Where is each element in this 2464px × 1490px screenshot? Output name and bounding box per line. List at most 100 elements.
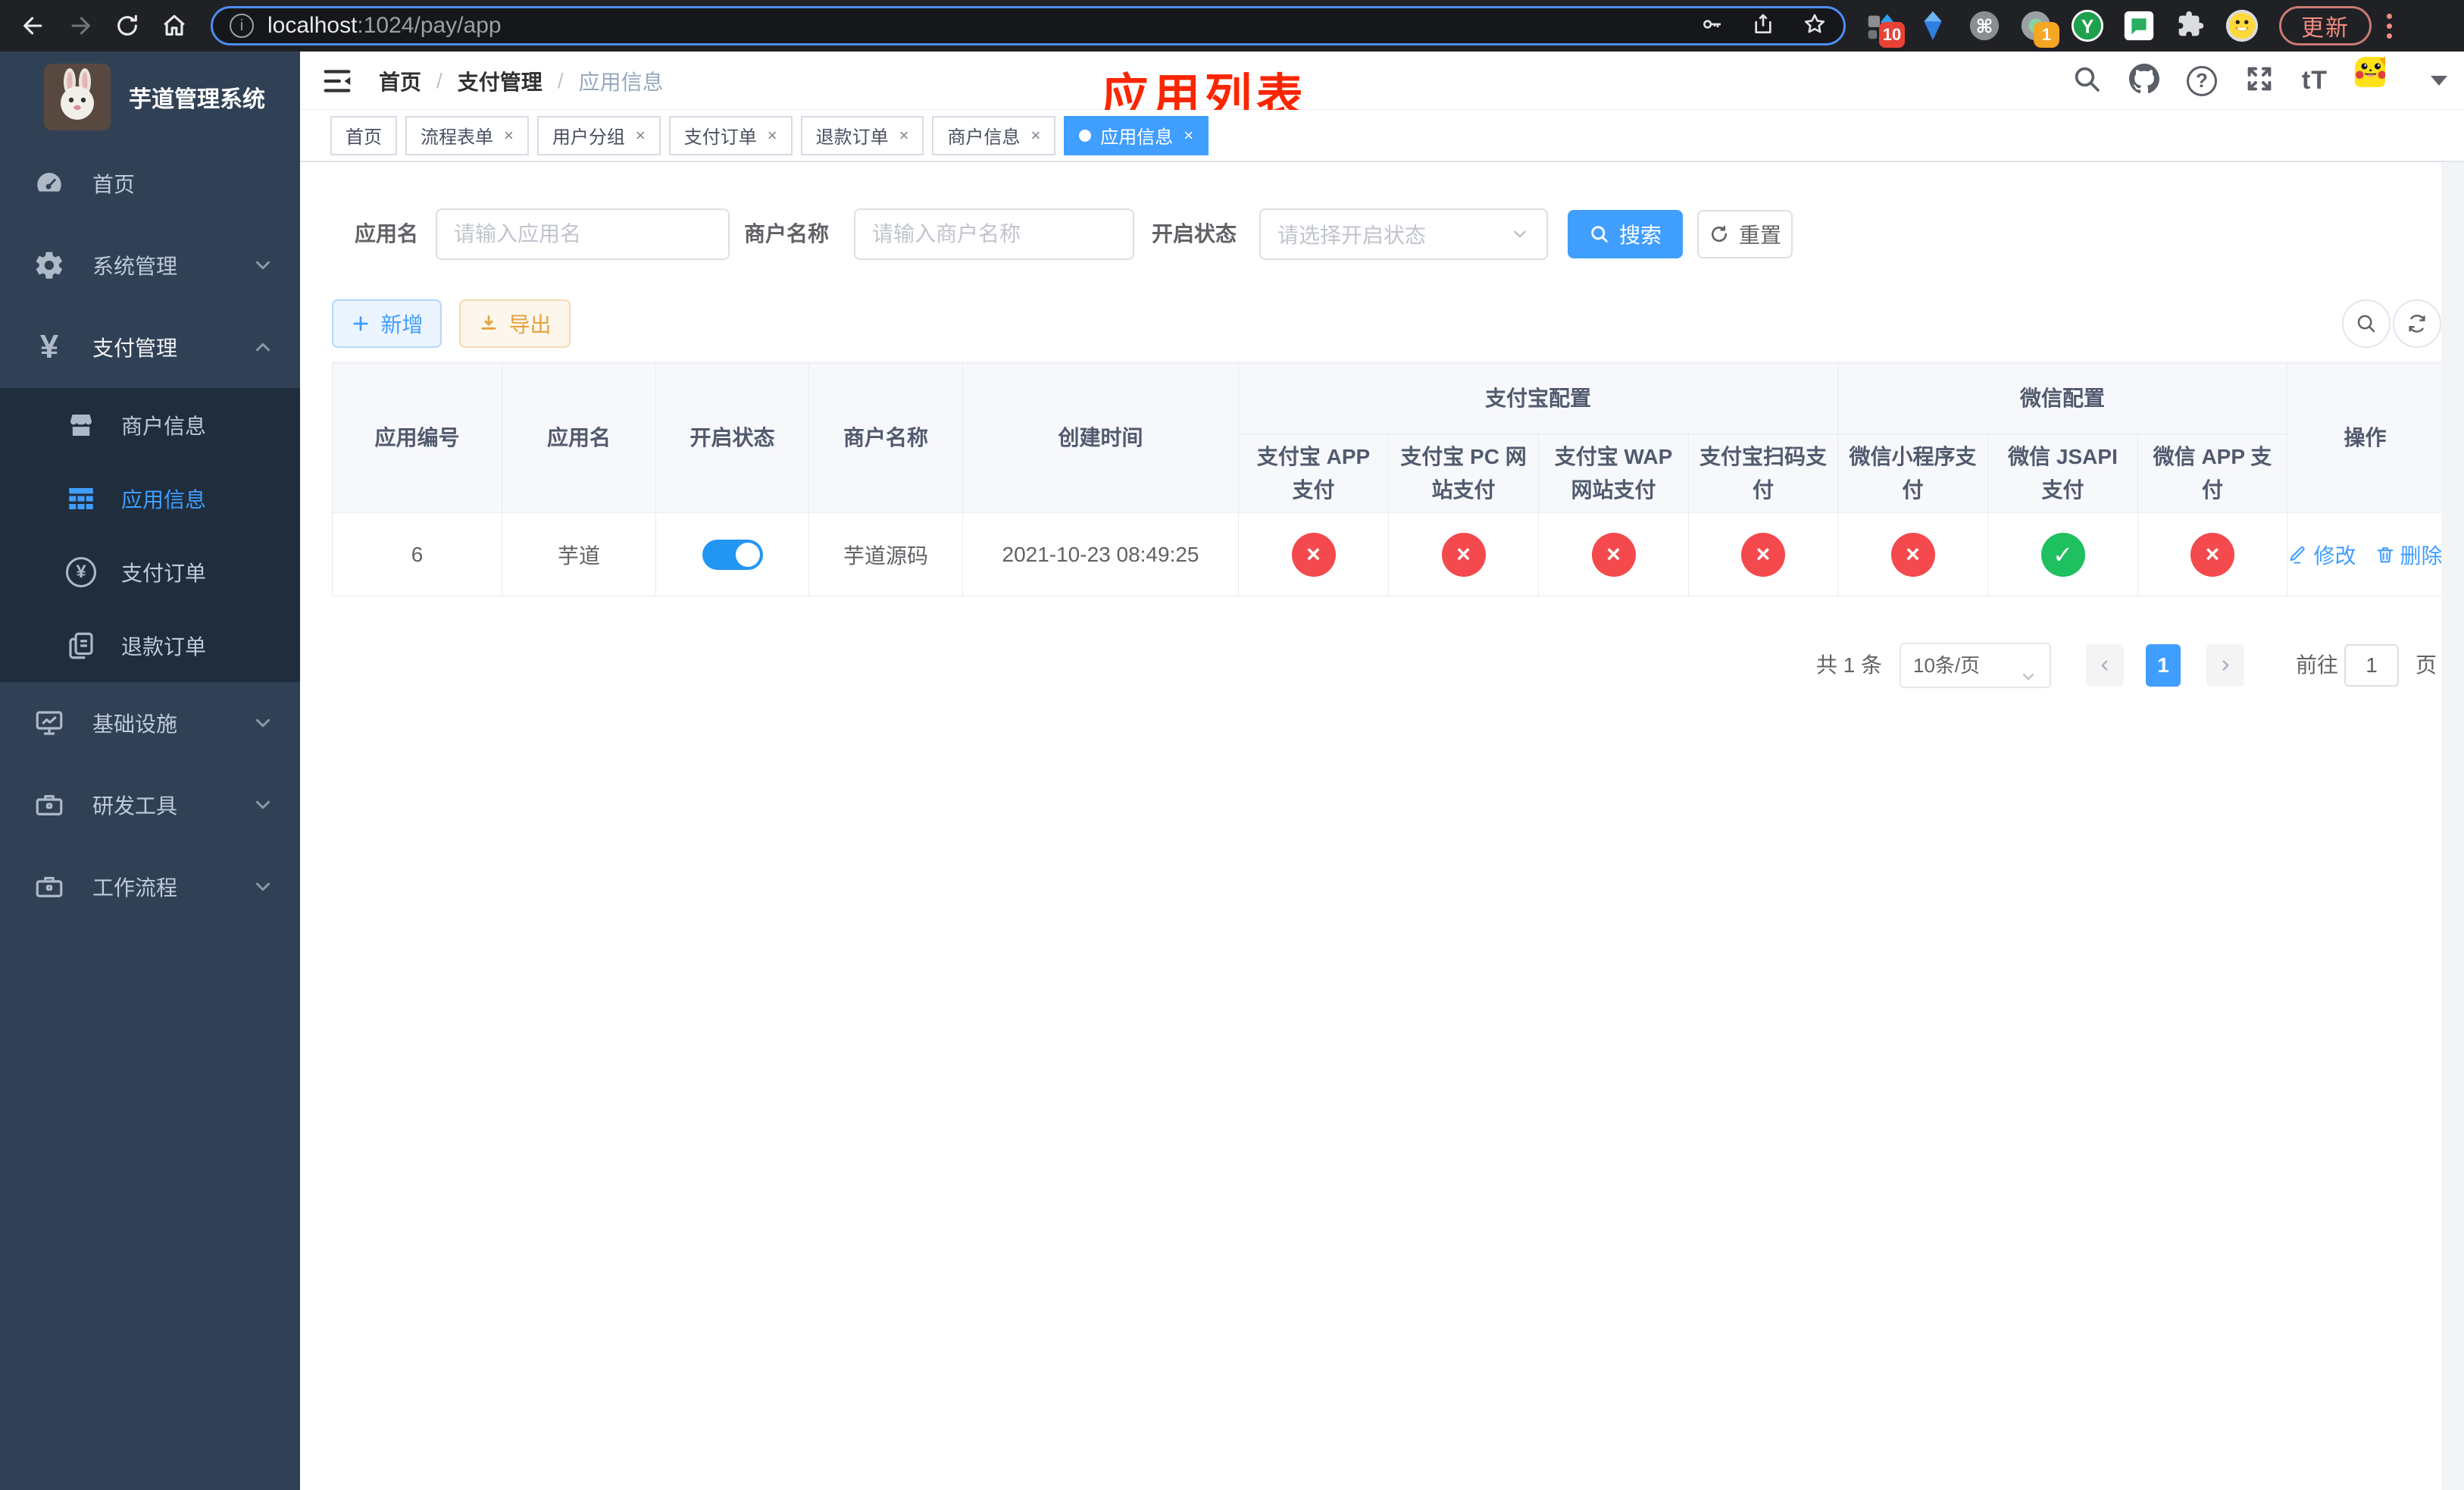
page-number-button[interactable]: 1	[2146, 644, 2181, 687]
logo-row[interactable]: 芋道管理系统	[0, 52, 300, 142]
sidebar-item-label: 系统管理	[92, 255, 178, 278]
cell-channel-status: ×	[1539, 513, 1689, 596]
extension-y-icon[interactable]: Y	[2070, 8, 2105, 43]
tag-item[interactable]: 退款订单 ×	[800, 115, 924, 155]
payment-submenu: 商户信息 应用信息 ¥ 支付订单 退款订单	[0, 388, 300, 682]
toolbox-icon	[32, 787, 67, 822]
delete-link[interactable]: 删除	[2375, 540, 2443, 570]
url-text[interactable]: localhost:1024/pay/app	[267, 13, 1699, 39]
breadcrumb-payment[interactable]: 支付管理	[458, 66, 543, 96]
breadcrumb-home[interactable]: 首页	[379, 66, 421, 96]
back-icon[interactable]	[14, 6, 53, 45]
sidebar-item-label: 退款订单	[121, 634, 207, 659]
sidebar-item-system[interactable]: 系统管理	[0, 224, 300, 306]
tag-label: 退款订单	[815, 127, 889, 148]
active-dot-icon	[1079, 129, 1092, 142]
column-header-status: 开启状态	[656, 363, 809, 513]
export-button[interactable]: 导出	[459, 299, 571, 348]
close-icon[interactable]: ×	[768, 126, 777, 146]
add-button[interactable]: 新增	[332, 299, 442, 348]
url-path: :1024/pay/app	[357, 13, 502, 38]
app-name-input[interactable]	[436, 208, 730, 260]
gear-icon	[32, 248, 67, 283]
grid-table-icon	[64, 481, 98, 516]
password-key-icon[interactable]	[1699, 12, 1724, 40]
sidebar-item-home[interactable]: 首页	[0, 142, 300, 224]
collapse-sidebar-icon[interactable]	[320, 64, 355, 99]
goto-page-input[interactable]	[2344, 644, 2399, 687]
page-size-select[interactable]: 10条/页	[1900, 643, 2051, 688]
reset-button[interactable]: 重置	[1697, 210, 1793, 258]
caret-down-icon[interactable]	[2431, 76, 2447, 86]
close-icon[interactable]: ×	[1184, 126, 1193, 146]
github-icon[interactable]	[2128, 64, 2159, 98]
browser-toolbar: i localhost:1024/pay/app 10 ⌘ 1 Y 更新	[0, 0, 2464, 52]
extension-gem-icon[interactable]	[1915, 8, 1950, 43]
tag-item[interactable]: 支付订单 ×	[668, 115, 793, 155]
url-host: localhost	[267, 13, 358, 38]
sidebar-item-app-info[interactable]: 应用信息	[0, 462, 300, 535]
browser-update-button[interactable]: 更新	[2279, 6, 2372, 45]
sidebar-item-dev-tools[interactable]: 研发工具	[0, 764, 300, 846]
close-icon[interactable]: ×	[504, 126, 514, 146]
url-bar[interactable]: i localhost:1024/pay/app	[211, 6, 1846, 45]
group-header-alipay: 支付宝配置	[1239, 363, 1838, 434]
home-icon[interactable]	[155, 6, 194, 45]
extension-recorder-icon[interactable]: 1	[2018, 8, 2059, 48]
font-size-icon[interactable]: tT	[2302, 66, 2328, 95]
bookmark-star-icon[interactable]	[1803, 12, 1827, 40]
close-icon[interactable]: ×	[1030, 126, 1040, 146]
extension-badge: 10	[1879, 22, 1905, 48]
browser-menu-icon[interactable]	[2387, 13, 2392, 39]
prev-page-button[interactable]	[2086, 644, 2124, 687]
extensions-puzzle-icon[interactable]	[2173, 8, 2208, 43]
logo-rabbit-image	[44, 64, 111, 130]
cell-app-name: 芋道	[502, 513, 656, 596]
forward-icon[interactable]	[61, 6, 100, 45]
search-button[interactable]: 搜索	[1568, 210, 1683, 258]
sidebar-item-workflow[interactable]: 工作流程	[0, 846, 300, 928]
tag-item[interactable]: 首页	[330, 115, 397, 155]
extension-pinned-icon[interactable]: 10	[1864, 8, 1905, 48]
status-cross-icon: ×	[1291, 532, 1336, 577]
sidebar-item-pay-order[interactable]: ¥ 支付订单	[0, 535, 300, 609]
sidebar-item-payment[interactable]: ¥ 支付管理	[0, 306, 300, 388]
cell-channel-status: ×	[1689, 513, 1838, 596]
scroll-gutter	[2441, 162, 2464, 1490]
cell-channel-status: ×	[1239, 513, 1389, 596]
user-avatar[interactable]	[2355, 56, 2403, 105]
close-icon[interactable]: ×	[899, 126, 909, 146]
close-icon[interactable]: ×	[636, 126, 646, 146]
reset-button-label: 重置	[1738, 224, 1781, 247]
sidebar-item-refund-order[interactable]: 退款订单	[0, 609, 300, 682]
tag-item[interactable]: 用户分组 ×	[536, 115, 661, 155]
sidebar-item-merchant-info[interactable]: 商户信息	[0, 388, 300, 462]
edit-link[interactable]: 修改	[2287, 540, 2356, 570]
toggle-search-button[interactable]	[2342, 299, 2391, 348]
refresh-table-button[interactable]	[2393, 299, 2441, 348]
tag-item[interactable]: 商户信息 ×	[932, 115, 1056, 155]
column-header-create-time: 创建时间	[963, 363, 1239, 513]
tag-item[interactable]: 流程表单 ×	[405, 115, 529, 155]
status-select[interactable]: 请选择开启状态	[1259, 208, 1548, 260]
extension-command-icon[interactable]: ⌘	[1967, 8, 2002, 43]
browser-profile-avatar[interactable]	[2225, 8, 2259, 43]
page-root: i localhost:1024/pay/app 10 ⌘ 1 Y 更新 芋道管…	[0, 0, 2464, 1490]
share-icon[interactable]	[1751, 12, 1775, 40]
sidebar-item-infrastructure[interactable]: 基础设施	[0, 682, 300, 764]
next-page-button[interactable]	[2206, 644, 2244, 687]
main-area: 首页 / 支付管理 / 应用信息 应用列表 ? tT 首页 流程表单 × 用户分组 × 支…	[300, 52, 2464, 1490]
status-toggle[interactable]	[702, 539, 763, 570]
site-info-icon[interactable]: i	[230, 14, 254, 38]
tag-item[interactable]: 应用信息 ×	[1064, 115, 1209, 155]
cell-create-time: 2021-10-23 08:49:25	[963, 513, 1239, 596]
fullscreen-icon[interactable]	[2244, 64, 2275, 98]
help-icon[interactable]: ?	[2186, 65, 2217, 96]
extension-chat-icon[interactable]	[2122, 8, 2156, 43]
merchant-name-input[interactable]	[854, 208, 1134, 260]
search-icon[interactable]	[2072, 64, 2102, 98]
breadcrumb-app-info: 应用信息	[578, 70, 664, 94]
reload-icon[interactable]	[108, 6, 147, 45]
app-name-label: 应用名	[355, 222, 419, 246]
cell-channel-status: ×	[1838, 513, 1988, 596]
